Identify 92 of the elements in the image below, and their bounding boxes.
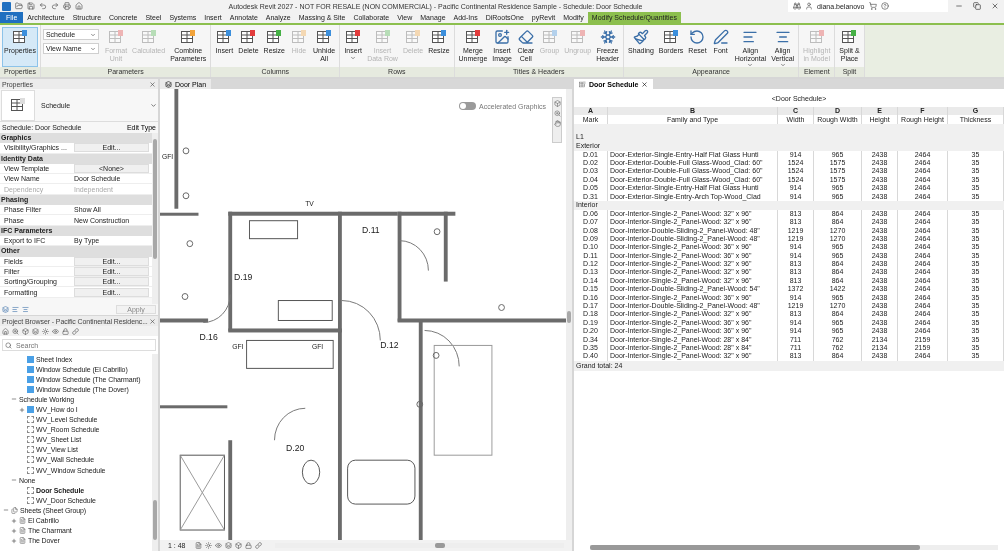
table-icon [569,29,586,45]
binoculars-icon[interactable] [793,2,801,10]
table-icon [291,29,307,45]
expand-icon[interactable] [10,537,17,544]
help-icon[interactable] [880,2,889,10]
user-icon[interactable] [805,2,813,10]
door-tag: D.12 [380,340,399,351]
caret-icon [350,54,357,61]
open-folder-icon[interactable] [15,2,23,10]
restore-icon[interactable] [973,2,981,10]
align-left-icon [742,29,759,45]
cube-icon[interactable] [234,542,242,549]
lock-icon[interactable] [244,542,252,549]
sheet-icon[interactable] [194,542,202,549]
rotate-arrow-icon [689,29,706,45]
snowflake-icon [599,29,616,45]
sheet-icon [19,537,26,545]
table-icon [216,29,233,45]
hand-icon[interactable] [553,120,561,127]
redo-icon[interactable] [51,2,59,10]
table-icon [345,29,362,45]
table-icon [180,29,197,45]
collapse-icon[interactable] [10,396,17,403]
collapse-icon[interactable] [2,507,9,514]
table-icon [108,29,124,45]
close-icon[interactable] [149,317,156,325]
link-icon[interactable] [72,327,79,335]
sun-icon[interactable] [204,542,212,549]
app-logo-icon[interactable] [2,1,11,11]
navigation-bar[interactable] [552,97,562,143]
close-icon[interactable] [641,80,649,88]
scrollbar[interactable] [152,133,158,304]
door-tag: D.20 [286,443,305,454]
close-icon[interactable] [991,2,999,10]
eye-icon[interactable] [52,327,59,335]
zoom-icon[interactable] [12,327,19,335]
cube-icon[interactable] [553,100,561,107]
cube-icon[interactable] [22,327,29,335]
caret-icon[interactable] [150,101,157,109]
layers-icon[interactable] [32,327,39,335]
sun-icon[interactable] [42,327,49,335]
table-icon [541,29,558,45]
table-icon [316,29,333,45]
undo-icon[interactable] [39,2,47,10]
table-icon [405,29,421,45]
link-icon[interactable] [254,542,262,549]
table-icon [10,97,26,113]
eye-icon[interactable] [214,542,222,549]
eraser-icon [517,29,534,45]
table-icon [808,29,825,45]
scrollbar[interactable] [566,89,572,540]
scrollbar[interactable] [274,543,564,548]
paintbrush-icon [632,29,649,45]
scrollbar[interactable] [152,354,158,551]
home-icon[interactable] [2,327,9,335]
sheet-icon [19,527,26,535]
print-icon[interactable] [63,2,71,10]
door-tag: D.11 [362,224,380,235]
search-icon [5,341,12,349]
table-icon [841,29,858,45]
expand-icon[interactable] [10,517,17,524]
door-tag: D.16 [199,332,218,343]
caret-icon [747,62,754,69]
sheets-icon [11,506,18,514]
close-icon[interactable] [149,80,156,88]
toggle-switch[interactable] [459,102,477,110]
pen-icon [712,29,729,45]
layers-icon[interactable] [2,306,9,313]
zoom-icon[interactable] [553,110,561,117]
door-tag: D.19 [234,271,253,282]
minimize-icon[interactable] [955,2,963,10]
image-icon [494,29,511,45]
home-icon[interactable] [75,2,83,10]
sheet-icon [19,517,26,525]
cart-icon[interactable] [868,2,877,10]
table-icon [374,29,391,45]
table-icon [663,29,680,45]
save-icon[interactable] [27,2,35,10]
layers-icon[interactable] [224,542,232,549]
caret-icon [779,62,786,69]
collapse-icon[interactable] [10,477,17,484]
expand-icon[interactable] [18,406,25,413]
expand-icon[interactable] [10,527,17,534]
table-icon [240,29,257,45]
scrollbar[interactable] [590,545,998,550]
table-icon [464,29,481,45]
table-icon [11,29,28,45]
table-icon [266,29,283,45]
align-center-icon [774,29,791,45]
lock-icon[interactable] [62,327,69,335]
table-icon [430,29,447,45]
table-icon [140,29,157,45]
